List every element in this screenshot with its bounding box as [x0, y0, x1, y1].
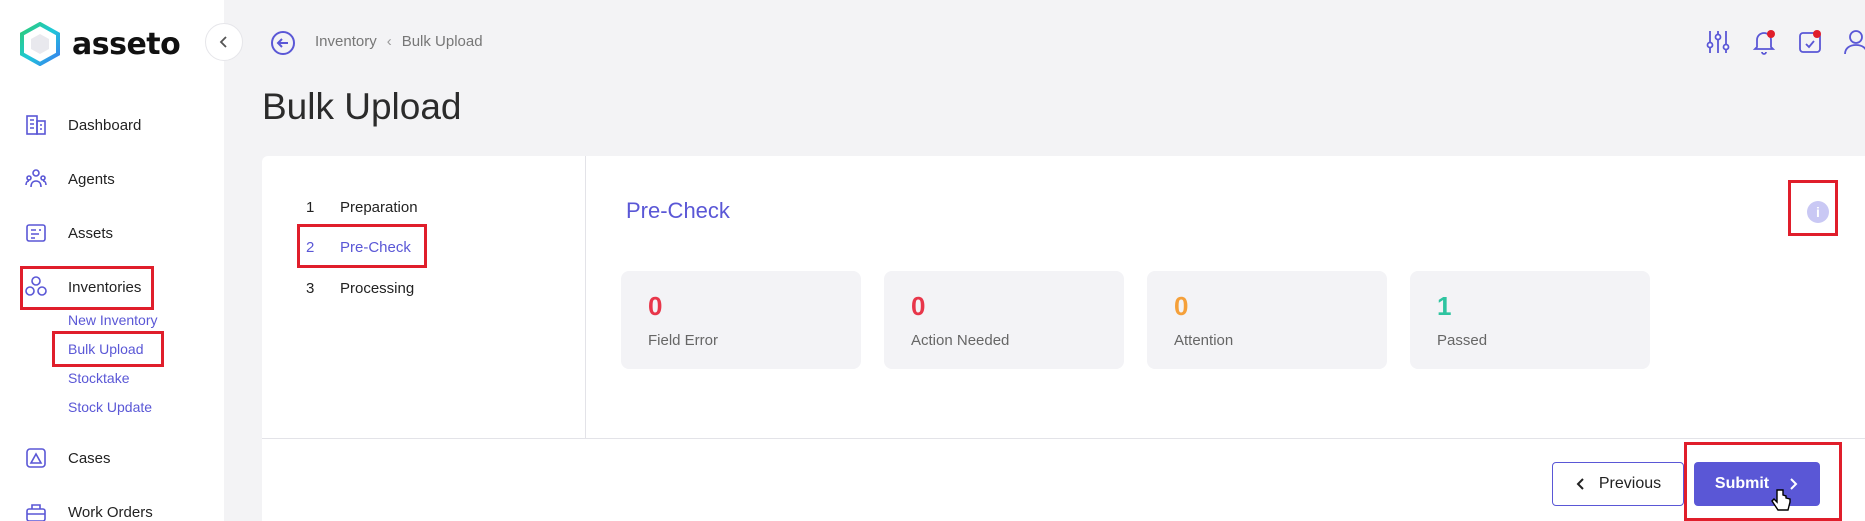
sidebar-item-label: Inventories	[68, 278, 142, 296]
stat-count: 0	[911, 291, 926, 321]
case-alert-icon	[22, 444, 50, 472]
previous-button[interactable]: Previous	[1552, 462, 1684, 506]
toolbox-icon	[22, 498, 50, 521]
stat-label: Action Needed	[911, 332, 1010, 349]
info-icon[interactable]: i	[1807, 201, 1829, 223]
step-number: 1	[306, 199, 315, 216]
sidebar-item-cases[interactable]: Cases	[22, 438, 111, 478]
step-label: Processing	[340, 280, 415, 297]
sidebar-item-assets[interactable]: Assets	[22, 213, 113, 253]
sidebar-item-dashboard[interactable]: Dashboard	[22, 105, 141, 145]
step-pre-check[interactable]: 2 Pre-Check	[306, 239, 411, 256]
top-toolbar	[1705, 28, 1865, 56]
sidebar-subitem-stock-update[interactable]: Stock Update	[68, 399, 152, 415]
step-processing[interactable]: 3 Processing	[306, 280, 414, 297]
app-name: asseto	[72, 26, 181, 62]
step-label: Pre-Check	[340, 239, 411, 256]
sidebar-item-inventories[interactable]: Inventories	[22, 267, 141, 307]
sidebar-item-label: Agents	[68, 170, 115, 188]
step-preparation[interactable]: 1 Preparation	[306, 199, 418, 216]
assets-icon	[22, 219, 50, 247]
chevron-left-icon	[219, 36, 227, 48]
logo-hexagon-icon	[20, 22, 60, 66]
chevron-left-icon: ‹	[386, 33, 392, 50]
footer-divider	[262, 438, 1865, 439]
sidebar-subitem-bulk-upload[interactable]: Bulk Upload	[68, 341, 144, 357]
stat-label: Attention	[1174, 332, 1234, 349]
sidebar-item-label: Work Orders	[68, 503, 153, 521]
notification-bell-icon[interactable]	[1751, 28, 1777, 56]
step-number: 2	[306, 239, 315, 256]
breadcrumb-bulk-upload: Bulk Upload	[401, 33, 483, 50]
bulk-upload-card: 1 Preparation 2 Pre-Check 3 Processing P…	[262, 156, 1865, 521]
stat-count: 0	[648, 291, 663, 321]
notification-dot	[1767, 30, 1775, 38]
previous-label: Previous	[1598, 475, 1662, 492]
stat-label: Field Error	[648, 332, 719, 349]
user-avatar-icon[interactable]	[1843, 28, 1865, 56]
stat-card-action-needed: 0 Action Needed	[884, 271, 1124, 369]
step-number: 3	[306, 280, 315, 297]
app-logo[interactable]: asseto	[20, 22, 181, 66]
panel-title: Pre-Check	[626, 198, 730, 223]
filter-sliders-icon[interactable]	[1705, 28, 1731, 56]
sidebar-subitem-stocktake[interactable]: Stocktake	[68, 370, 129, 386]
stat-card-field-error: 0 Field Error	[621, 271, 861, 369]
collapse-sidebar-button[interactable]	[205, 23, 243, 61]
breadcrumb-inventory[interactable]: Inventory	[315, 33, 377, 50]
sidebar-item-label: Dashboard	[68, 116, 142, 134]
sidebar-item-agents[interactable]: Agents	[22, 159, 115, 199]
page-title: Bulk Upload	[262, 86, 462, 127]
back-arrow-icon[interactable]	[270, 30, 296, 56]
stepper: 1 Preparation 2 Pre-Check 3 Processing	[262, 156, 586, 438]
inventories-icon	[22, 273, 50, 301]
stat-count: 0	[1174, 291, 1189, 321]
users-icon	[22, 165, 50, 193]
stat-card-passed: 1 Passed	[1410, 271, 1650, 369]
breadcrumb: Inventory ‹ Bulk Upload	[315, 33, 483, 50]
stat-card-attention: 0 Attention	[1147, 271, 1387, 369]
sidebar-item-label: Cases	[68, 449, 111, 467]
tasks-calendar-icon[interactable]	[1797, 28, 1823, 56]
hand-cursor-icon	[1771, 489, 1791, 511]
stat-count: 1	[1437, 291, 1452, 321]
sidebar-item-work-orders[interactable]: Work Orders	[22, 492, 153, 521]
sidebar-item-label: Assets	[68, 224, 114, 242]
submit-button[interactable]: Submit	[1694, 462, 1820, 506]
step-label: Preparation	[340, 199, 418, 216]
notification-dot	[1813, 30, 1821, 38]
stat-label: Passed	[1437, 332, 1488, 349]
submit-label: Submit	[1714, 475, 1770, 492]
sidebar: asseto Dashboard Agents Assets Inventori…	[0, 0, 224, 521]
building-icon	[22, 111, 50, 139]
chevron-left-icon	[1576, 478, 1584, 490]
sidebar-subitem-new-inventory[interactable]: New Inventory	[68, 312, 157, 328]
